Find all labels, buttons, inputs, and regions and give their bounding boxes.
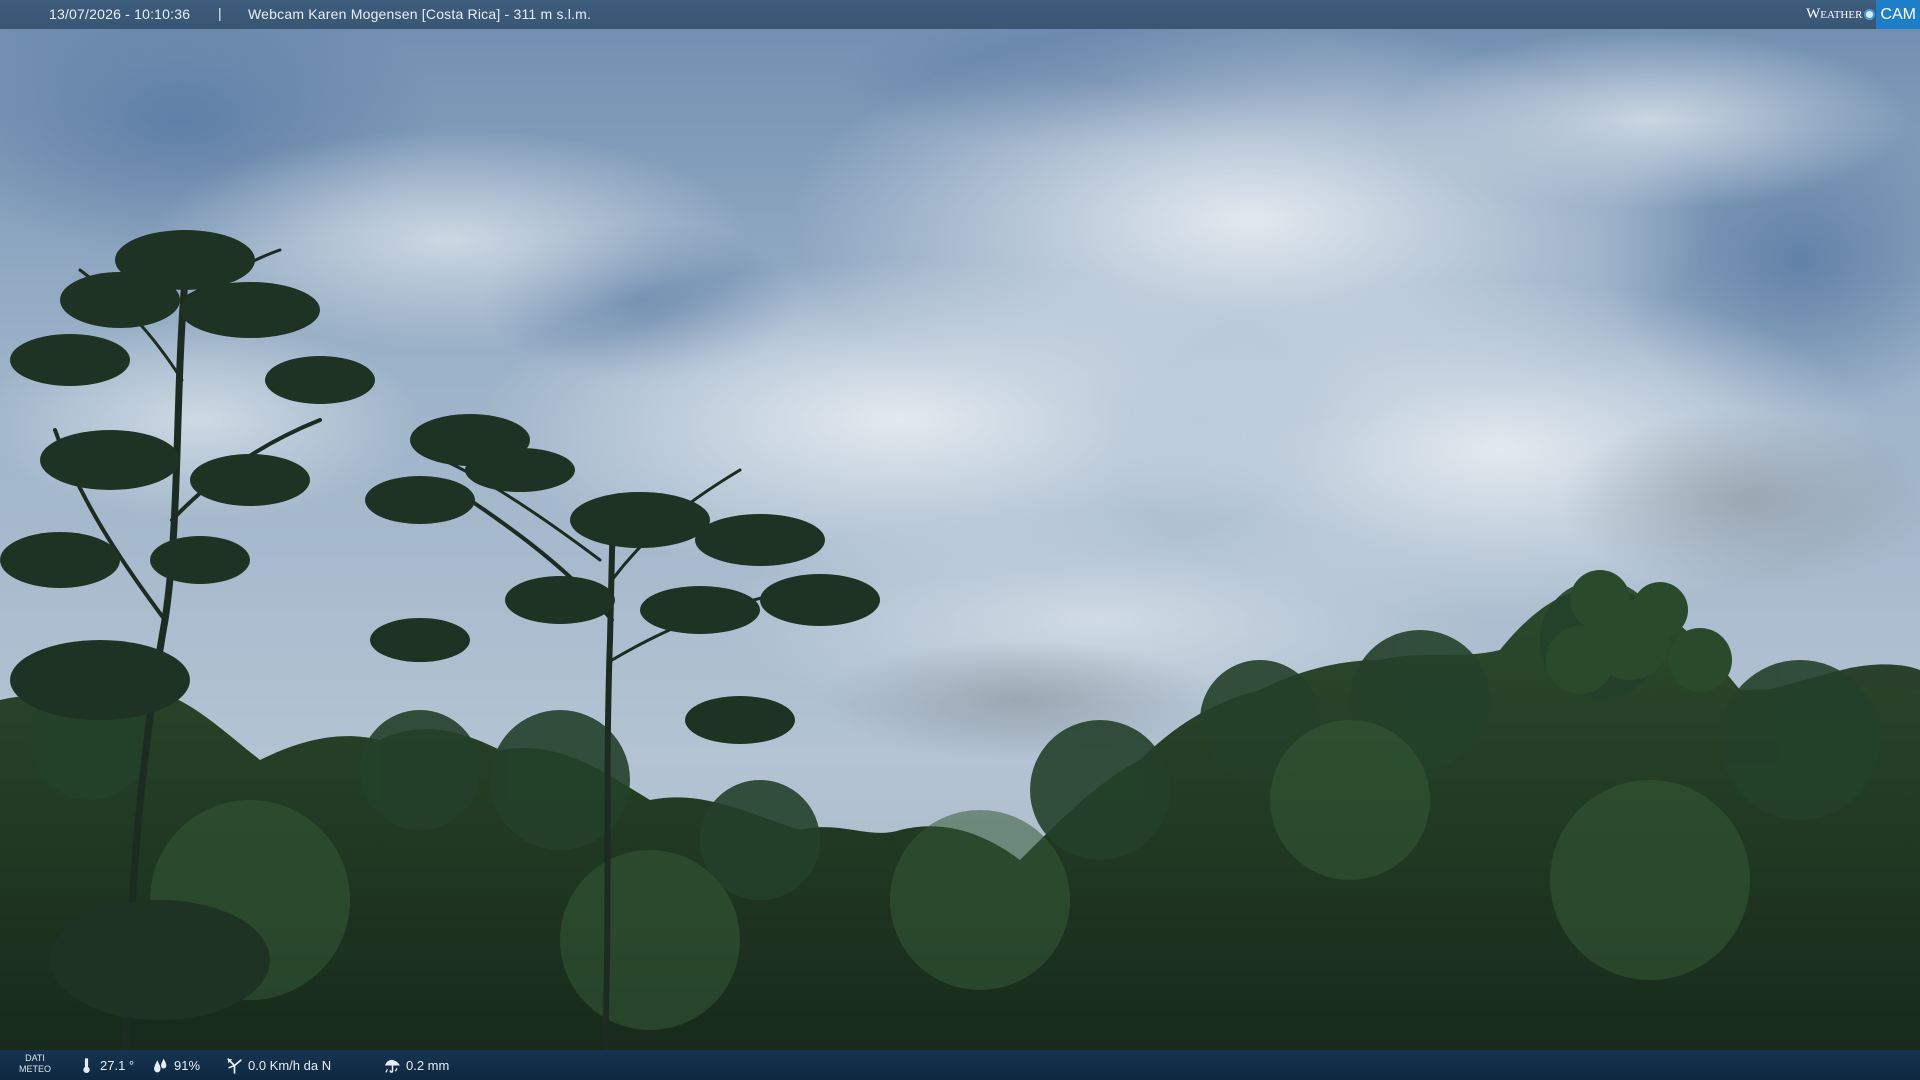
- title-separator: |: [218, 5, 222, 21]
- humidity-reading: 91%: [152, 1057, 200, 1074]
- thermometer-icon: [83, 1058, 90, 1073]
- webcam-image: [0, 0, 1920, 1080]
- wind-value: 0.0 Km/h da N: [248, 1058, 332, 1073]
- logo-dot-icon: [1864, 9, 1876, 20]
- humidity-value: 91%: [174, 1058, 201, 1073]
- webcam-title: Webcam Karen Mogensen [Costa Rica] - 311…: [248, 6, 592, 22]
- top-info-bar: 13/07/2026 - 10:10:36 | Webcam Karen Mog…: [0, 0, 1920, 29]
- logo-weather-text: Weather: [1806, 6, 1863, 22]
- temperature-value: 27.1 °: [100, 1058, 135, 1073]
- weathercam-logo[interactable]: Weather CAM: [1806, 0, 1920, 29]
- weather-data-bar: DATI METEO 27.1 ° 91% 0.0 Km/h da N 0.2 …: [0, 1050, 1920, 1080]
- dati-meteo-label: DATI METEO: [18, 1053, 51, 1074]
- webcam-frame: 13/07/2026 - 10:10:36 | Webcam Karen Mog…: [0, 0, 1920, 1080]
- rain-reading: 0.2 mm: [384, 1057, 449, 1074]
- rain-value: 0.2 mm: [406, 1058, 450, 1073]
- humidity-drop-icon: [154, 1058, 167, 1073]
- rain-icon: [385, 1059, 400, 1073]
- logo-cam-text: CAM: [1876, 0, 1920, 29]
- timestamp: 13/07/2026 - 10:10:36: [49, 6, 191, 22]
- temperature-reading: 27.1 °: [78, 1057, 134, 1074]
- wind-reading: 0.0 Km/h da N: [226, 1057, 331, 1074]
- wind-icon: [227, 1058, 242, 1074]
